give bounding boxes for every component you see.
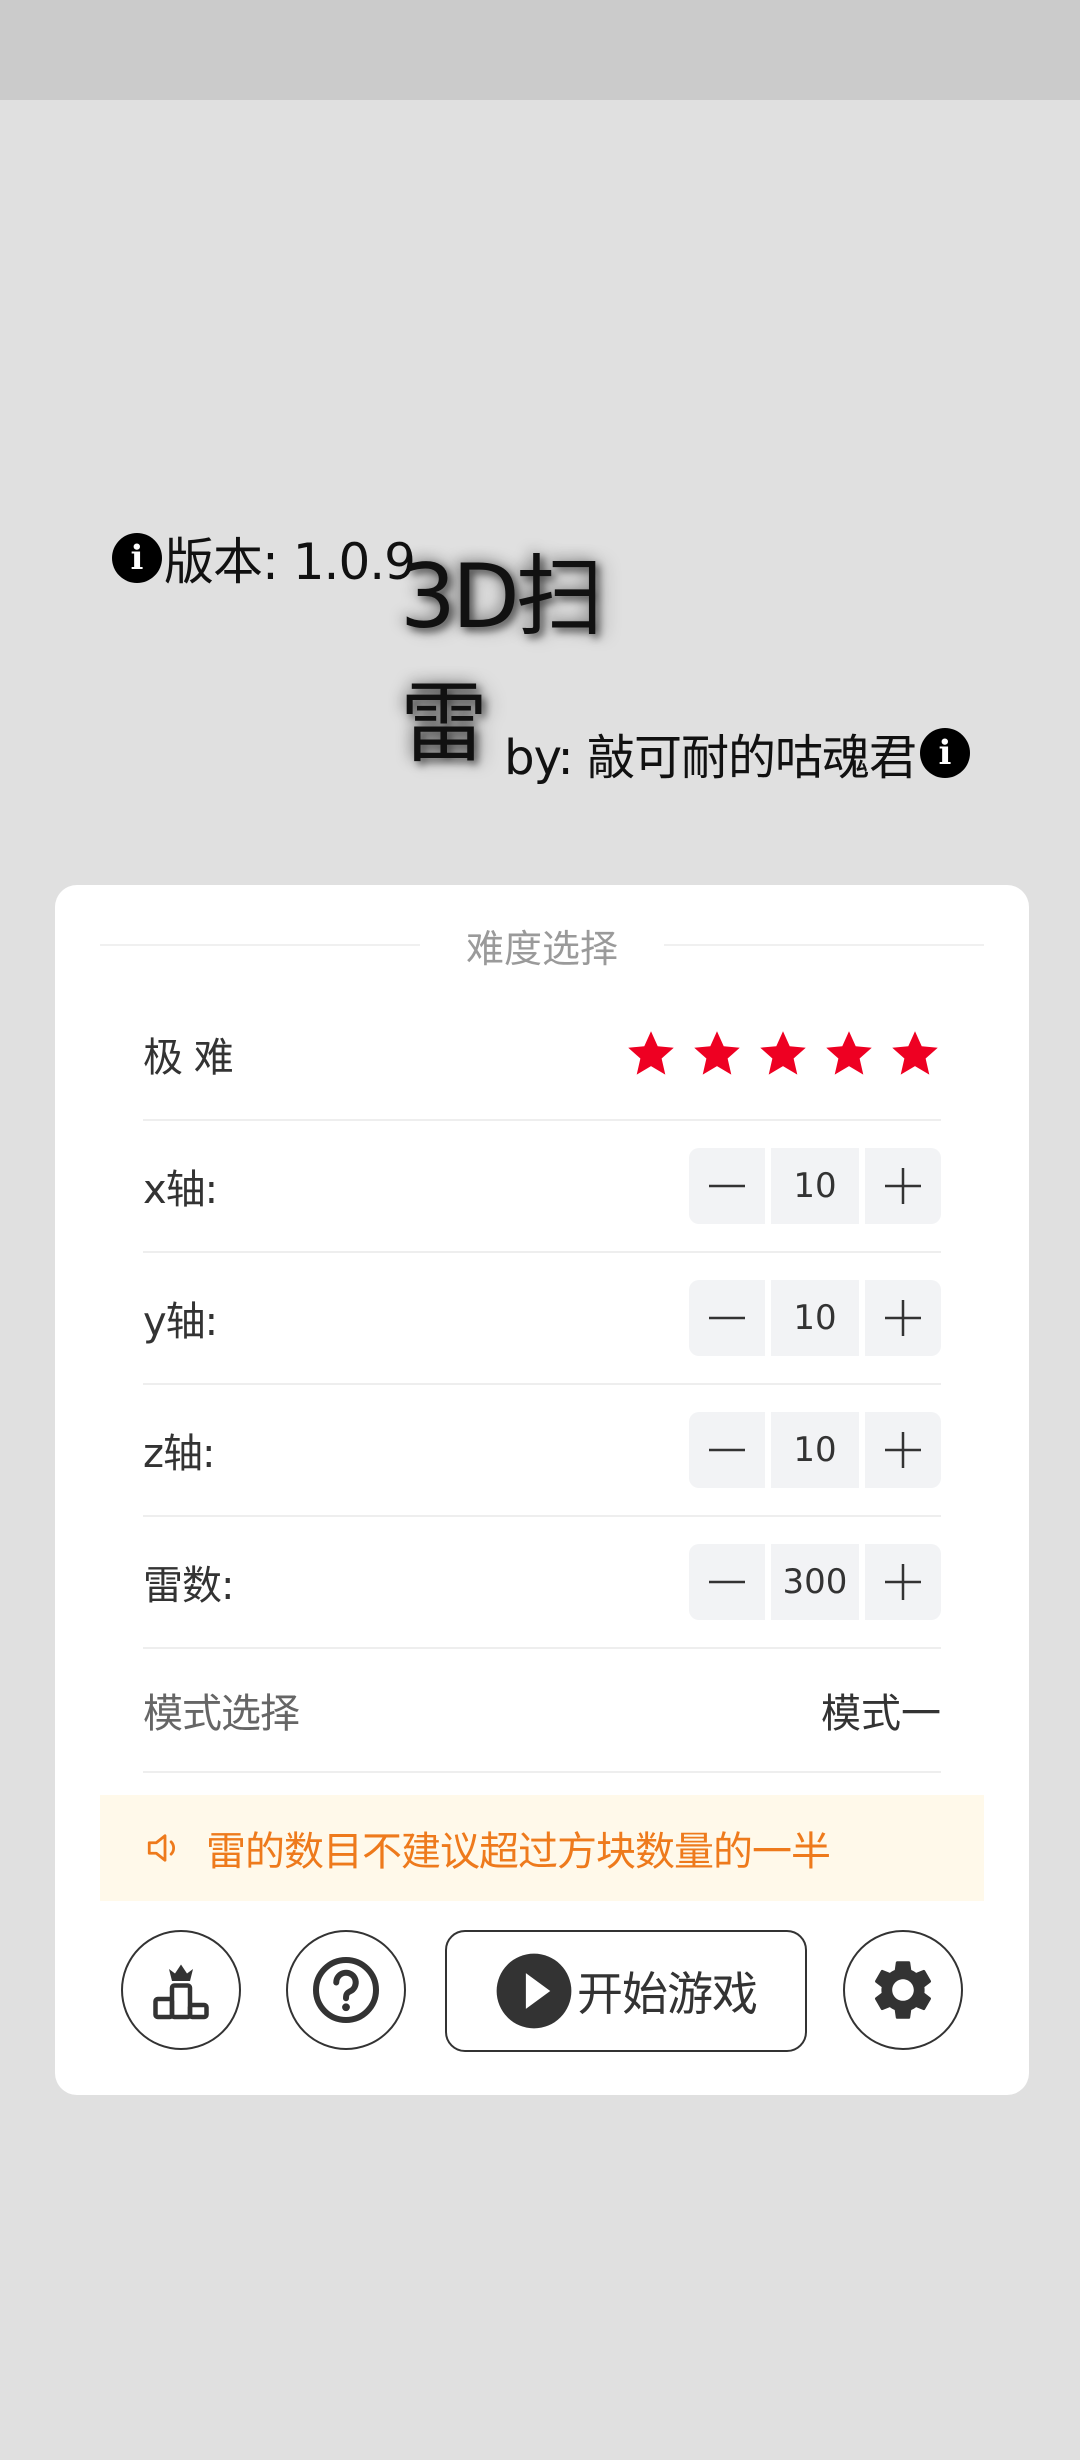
star-icon[interactable] [757,1028,809,1080]
star-icon[interactable] [691,1028,743,1080]
z-axis-label: z轴: [143,1431,215,1477]
info-icon[interactable]: i [920,728,970,778]
mines-label: 雷数: [143,1563,234,1609]
star-icon[interactable] [823,1028,875,1080]
version-info[interactable]: i 版本: 1.0.9 [112,528,416,591]
difficulty-section-header: 难度选择 [100,925,985,971]
section-title: 难度选择 [466,926,619,971]
divider [664,944,985,946]
author-info[interactable]: by: 敲可耐的咕魂君 i [504,722,970,786]
x-axis-label: x轴: [143,1167,218,1213]
z-axis-stepper: 10 [689,1412,941,1488]
y-axis-row: y轴: 10 [143,1253,941,1385]
notice-text: 雷的数目不建议超过方块数量的一半 [206,1829,831,1875]
x-axis-value[interactable]: 10 [771,1148,859,1224]
settings-card: 难度选择 极 难 x轴: 10 y轴: 10 z轴: 10 雷数: 300 模式… [55,885,1029,2095]
start-game-label: 开始游戏 [577,1967,758,2021]
settings-button[interactable] [843,1930,963,2050]
mines-decrement-button[interactable] [689,1544,765,1620]
help-icon [313,1957,379,2023]
status-bar [0,0,1080,100]
y-axis-stepper: 10 [689,1280,941,1356]
z-axis-value[interactable]: 10 [771,1412,859,1488]
mode-value[interactable]: 模式一 [821,1681,941,1739]
speaker-icon [147,1834,176,1862]
version-text: 版本: 1.0.9 [164,533,416,591]
plus-icon [885,1432,921,1468]
start-game-button[interactable]: 开始游戏 [445,1930,807,2052]
podium-icon [153,1964,209,2020]
play-icon [496,1953,572,2029]
difficulty-rating[interactable] [625,1028,941,1080]
y-axis-label: y轴: [143,1299,218,1345]
mines-increment-button[interactable] [865,1544,941,1620]
plus-icon [885,1300,921,1336]
mines-stepper: 300 [689,1544,941,1620]
notice-bar: 雷的数目不建议超过方块数量的一半 [100,1795,984,1901]
plus-icon [885,1564,921,1600]
mode-label: 模式选择 [143,1691,300,1737]
mines-row: 雷数: 300 [143,1517,941,1649]
z-increment-button[interactable] [865,1412,941,1488]
z-axis-row: z轴: 10 [143,1385,941,1517]
x-axis-stepper: 10 [689,1148,941,1224]
difficulty-level-label: 极 难 [143,1035,234,1081]
minus-icon [709,1580,745,1584]
mines-value[interactable]: 300 [771,1544,859,1620]
x-decrement-button[interactable] [689,1148,765,1224]
author-text: by: 敲可耐的咕魂君 [504,730,917,786]
gear-icon [874,1961,932,2019]
plus-icon [885,1168,921,1204]
leaderboard-button[interactable] [121,1930,241,2050]
difficulty-row: 极 难 [143,989,941,1121]
divider [100,944,420,946]
y-decrement-button[interactable] [689,1280,765,1356]
star-icon[interactable] [889,1028,941,1080]
app-title: 3D扫雷 [400,545,604,775]
help-button[interactable] [286,1930,406,2050]
minus-icon [709,1448,745,1452]
info-icon[interactable]: i [112,533,162,583]
x-axis-row: x轴: 10 [143,1121,941,1253]
z-decrement-button[interactable] [689,1412,765,1488]
star-icon[interactable] [625,1028,677,1080]
y-increment-button[interactable] [865,1280,941,1356]
y-axis-value[interactable]: 10 [771,1280,859,1356]
minus-icon [709,1184,745,1188]
x-increment-button[interactable] [865,1148,941,1224]
mode-select-row[interactable]: 模式选择 模式一 [143,1649,941,1773]
minus-icon [709,1316,745,1320]
